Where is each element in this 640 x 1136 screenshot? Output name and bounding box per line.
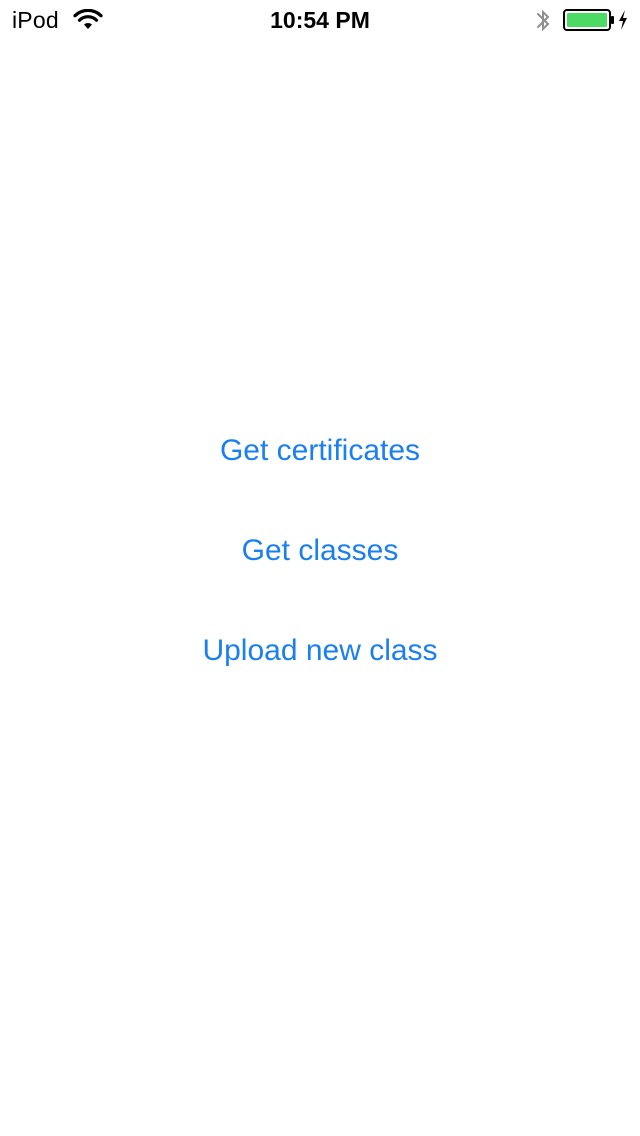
battery-icon bbox=[563, 9, 614, 31]
main-actions: Get certificates Get classes Upload new … bbox=[0, 428, 640, 728]
get-classes-button[interactable]: Get classes bbox=[0, 528, 640, 628]
status-bar: iPod 10:54 PM bbox=[0, 0, 640, 40]
bluetooth-icon bbox=[537, 9, 550, 32]
charging-bolt-icon bbox=[619, 10, 627, 30]
battery-fill bbox=[567, 13, 607, 27]
upload-new-class-button[interactable]: Upload new class bbox=[0, 628, 640, 728]
get-certificates-button[interactable]: Get certificates bbox=[0, 428, 640, 528]
